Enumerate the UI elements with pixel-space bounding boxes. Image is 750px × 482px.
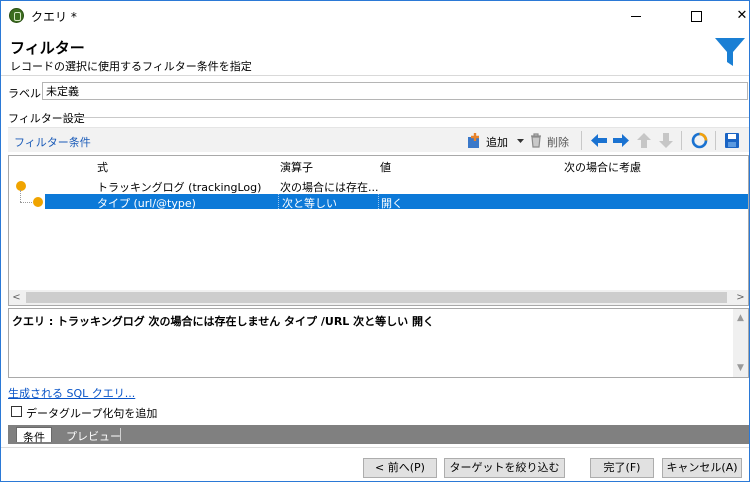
trash-icon[interactable]	[529, 132, 543, 149]
condition-node-icon	[33, 197, 43, 207]
tree-connector	[20, 202, 32, 203]
column-consider[interactable]: 次の場合に考慮	[564, 159, 641, 175]
add-condition-icon[interactable]	[467, 132, 482, 149]
column-value[interactable]: 値	[380, 159, 391, 175]
toolbar-separator	[715, 131, 716, 150]
query-description: クエリ : トラッキングログ 次の場合には存在しません タイプ /URL 次と等…	[12, 315, 434, 328]
column-operator[interactable]: 演算子	[280, 159, 313, 175]
chevron-down-icon[interactable]	[516, 132, 525, 149]
close-button[interactable]: ✕	[719, 1, 750, 31]
cell-expression: タイプ (url/@type)	[97, 197, 196, 210]
app-icon	[9, 8, 24, 23]
grid-header: 式 演算子 値 次の場合に考慮	[9, 156, 748, 175]
title-bar: クエリ * ✕	[1, 1, 749, 31]
cancel-button[interactable]: キャンセル(A)	[662, 458, 742, 478]
footer-divider	[1, 447, 749, 448]
narrow-target-button[interactable]: ターゲットを絞り込む >	[444, 458, 565, 482]
generated-sql-link[interactable]: 生成される SQL クエリ...	[8, 385, 135, 401]
scroll-left-icon[interactable]: <	[9, 290, 24, 305]
add-grouping-checkbox[interactable]	[11, 406, 22, 417]
conditions-grid: 式 演算子 値 次の場合に考慮 トラッキングログ (trackingLog) 次…	[8, 155, 749, 306]
cell-expression: トラッキングログ (trackingLog)	[97, 181, 262, 194]
horizontal-scrollbar[interactable]: < >	[9, 290, 748, 305]
cell-divider	[278, 194, 279, 209]
toolbar-separator	[681, 131, 682, 150]
cell-divider	[378, 194, 379, 209]
minimize-button[interactable]	[613, 1, 659, 31]
arrow-down-icon[interactable]	[658, 132, 674, 149]
label-input[interactable]	[42, 82, 748, 100]
table-row[interactable]: トラッキングログ (trackingLog) 次の場合には存在...	[9, 178, 748, 194]
finish-button[interactable]: 完了(F)	[590, 458, 654, 478]
scrollbar-thumb[interactable]	[26, 292, 727, 303]
filter-settings-caption: フィルター設定	[8, 110, 88, 126]
tab-separator	[120, 428, 121, 441]
add-button[interactable]: 追加	[486, 134, 508, 150]
page-header: フィルター レコードの選択に使用するフィルター条件を指定	[1, 31, 749, 76]
page-title: フィルター	[10, 39, 85, 57]
window-title: クエリ *	[31, 10, 77, 24]
refresh-icon[interactable]	[691, 132, 708, 149]
arrow-up-icon[interactable]	[636, 132, 652, 149]
query-window: クエリ * ✕ フィルター レコードの選択に使用するフィルター条件を指定 ラベル…	[0, 0, 750, 482]
tab-preview[interactable]: プレビュー	[60, 427, 127, 443]
cell-operator: 次の場合には存在...	[280, 181, 379, 194]
column-expression[interactable]: 式	[97, 159, 108, 175]
toolbar-separator	[581, 131, 582, 150]
add-grouping-label[interactable]: データグループ化句を追加	[26, 405, 157, 421]
page-subtitle: レコードの選択に使用するフィルター条件を指定	[10, 60, 252, 73]
filter-conditions-label: フィルター条件	[14, 136, 91, 149]
label-caption: ラベル:	[8, 87, 45, 100]
scroll-down-icon[interactable]: ▼	[733, 361, 748, 375]
delete-button[interactable]: 削除	[547, 134, 569, 150]
maximize-button[interactable]	[673, 1, 719, 31]
vertical-scrollbar[interactable]: ▲ ▼	[733, 309, 748, 377]
arrow-right-icon[interactable]	[612, 132, 630, 149]
arrow-left-icon[interactable]	[590, 132, 608, 149]
tab-conditions[interactable]: 条件	[16, 427, 52, 444]
filter-toolbar: フィルター条件 追加 削除	[8, 127, 749, 152]
previous-button[interactable]: < 前へ(P)	[363, 458, 437, 478]
scroll-up-icon[interactable]: ▲	[733, 311, 748, 325]
query-description-box: クエリ : トラッキングログ 次の場合には存在しません タイプ /URL 次と等…	[8, 308, 749, 378]
table-row-selected[interactable]: タイプ (url/@type) 次と等しい 開く	[45, 194, 748, 210]
scroll-right-icon[interactable]: >	[733, 290, 748, 305]
save-icon[interactable]	[724, 132, 740, 149]
tab-bar: 条件 プレビュー	[8, 425, 749, 444]
group-divider	[61, 117, 749, 118]
funnel-icon	[715, 38, 745, 66]
cell-value: 開く	[381, 197, 403, 210]
cell-operator: 次と等しい	[282, 197, 337, 210]
